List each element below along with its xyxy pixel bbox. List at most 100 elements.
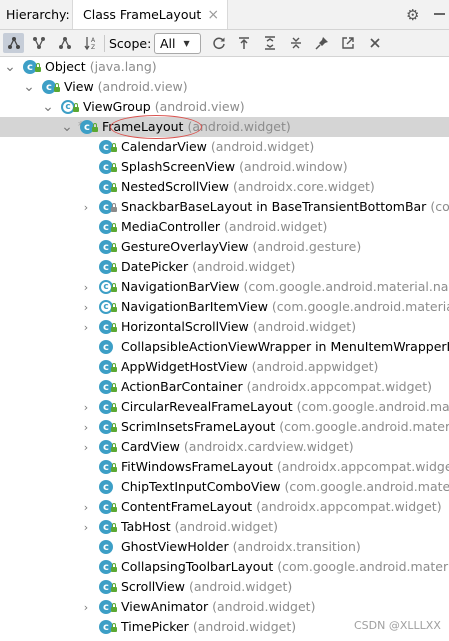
tree-row-label: ContentFrameLayout (androidx.appcompat.wi…	[121, 499, 442, 514]
package-name: (java.lang)	[89, 59, 157, 74]
tree-row[interactable]: c GhostViewHolder (androidx.transition)	[0, 537, 449, 557]
package-name: (androidx.appcompat.widget)	[256, 499, 442, 514]
chevron-down-icon[interactable]: ⌄	[4, 57, 16, 77]
tree-row-label: GhostViewHolder (androidx.transition)	[121, 539, 361, 554]
tree-row[interactable]: c FitWindowsFrameLayout (androidx.appcompa…	[0, 457, 449, 477]
chevron-right-icon[interactable]: ›	[80, 297, 92, 317]
pin-icon[interactable]	[311, 33, 332, 53]
tree-row[interactable]: c CollapsingToolbarLayout (com.google.andr…	[0, 557, 449, 577]
tree-row[interactable]: c GestureOverlayView (android.gesture)	[0, 237, 449, 257]
tree-row[interactable]: c AppWidgetHostView (android.appwidget)	[0, 357, 449, 377]
tree-row[interactable]: › c ScrimInsetsFrameLayout (com.google.andr…	[0, 417, 449, 437]
watermark: CSDN @XLLLXX	[354, 619, 441, 632]
chevron-right-icon[interactable]: ›	[80, 497, 92, 517]
subtypes-icon[interactable]	[54, 33, 75, 53]
tree-row[interactable]: c ActionBarContainer (androidx.appcompat.w…	[0, 377, 449, 397]
tree-row-selected[interactable]: ⌄*cFrameLayout(android.widget)	[0, 117, 449, 137]
minimize-icon[interactable]	[434, 13, 445, 15]
tree-row-label: MediaController (android.widget)	[121, 219, 327, 234]
tab-close-icon[interactable]: ×	[207, 7, 219, 23]
chevron-right-icon[interactable]: ›	[80, 437, 92, 457]
class-name: SnackbarBaseLayout in BaseTransientBotto…	[121, 199, 427, 214]
class-name: SplashScreenView	[121, 159, 236, 174]
sort-alpha-icon[interactable]: AZ	[80, 33, 101, 53]
chevron-right-icon[interactable]: ›	[80, 317, 92, 337]
tree-row[interactable]: c ChipTextInputComboView (com.google.andro…	[0, 477, 449, 497]
chevron-down-icon[interactable]: ⌄	[61, 117, 73, 137]
class-name: ScrollView	[121, 579, 185, 594]
tab-class-framelayout[interactable]: Class FrameLayout ×	[72, 0, 229, 29]
tree-row[interactable]: c CalendarView (android.widget)	[0, 137, 449, 157]
chevron-right-icon[interactable]: ›	[80, 397, 92, 417]
tree-row[interactable]: › c ViewAnimator (android.widget)	[0, 597, 449, 617]
tree-row[interactable]: c NestedScrollView (androidx.core.widget)	[0, 177, 449, 197]
class-name: ScrimInsetsFrameLayout	[121, 419, 276, 434]
svg-text:Z: Z	[91, 44, 95, 50]
scope-label: Scope:	[109, 36, 152, 51]
tree-row[interactable]: › c TabHost (android.widget)	[0, 517, 449, 537]
chevron-right-icon[interactable]: ›	[80, 517, 92, 537]
tree-row[interactable]: ⌄ c Object (java.lang)	[0, 57, 449, 77]
package-name: (com.google.android.mater	[296, 399, 449, 414]
class-name: TabHost	[121, 519, 171, 534]
tree-row-label: SnackbarBaseLayout in BaseTransientBotto…	[121, 199, 449, 214]
tree-row-label: CalendarView (android.widget)	[121, 139, 314, 154]
tree-row-label: FrameLayout (android.widget)	[102, 119, 291, 134]
tree-row[interactable]: › c NavigationBarItemView (com.google.andro…	[0, 297, 449, 317]
tree-row[interactable]: › c CardView (androidx.cardview.widget)	[0, 437, 449, 457]
tree-row-label: ViewGroup (android.view)	[83, 99, 245, 114]
tree-row-label: ActionBarContainer (androidx.appcompat.wi…	[121, 379, 432, 394]
svg-text:A: A	[91, 37, 96, 44]
chevron-right-icon[interactable]: ›	[80, 277, 92, 297]
tree-row[interactable]: › c ContentFrameLayout (androidx.appcompat.…	[0, 497, 449, 517]
class-name: ViewGroup	[83, 99, 151, 114]
export-icon[interactable]	[233, 33, 254, 53]
tree-row[interactable]: › c HorizontalScrollView (android.widget)	[0, 317, 449, 337]
class-name: CalendarView	[121, 139, 207, 154]
tree-row[interactable]: c DatePicker (android.widget)	[0, 257, 449, 277]
package-name: (com.google.android.materia	[279, 419, 449, 434]
hierarchy-header: Hierarchy: Class FrameLayout × ⚙	[0, 0, 449, 30]
tree-row[interactable]: › c CircularRevealFrameLayout (com.google.a…	[0, 397, 449, 417]
tree-row[interactable]: c CollapsibleActionViewWrapper in MenuIte…	[0, 337, 449, 357]
package-name: (androidx.transition)	[232, 539, 361, 554]
tree-row[interactable]: c ScrollView (android.widget)	[0, 577, 449, 597]
class-name: NestedScrollView	[121, 179, 230, 194]
gear-icon[interactable]: ⚙	[406, 6, 419, 24]
public-lock-icon	[111, 303, 117, 312]
class-name: CollapsibleActionViewWrapper in MenuItem…	[121, 339, 449, 354]
package-name: (androidx.cardview.widget)	[183, 439, 354, 454]
tree-row[interactable]: c SplashScreenView (android.window)	[0, 157, 449, 177]
tree-row[interactable]: c MediaController (android.widget)	[0, 217, 449, 237]
tree-row[interactable]: › c NavigationBarView (com.google.android.m…	[0, 277, 449, 297]
class-name: CollapsingToolbarLayout	[121, 559, 274, 574]
chevron-down-icon[interactable]: ⌄	[23, 77, 35, 97]
collapse-all-icon[interactable]	[285, 33, 306, 53]
class-hierarchy-icon[interactable]	[3, 33, 24, 53]
public-lock-icon	[111, 443, 117, 452]
class-name: ViewAnimator	[121, 599, 209, 614]
public-lock-icon	[111, 283, 117, 292]
tree-row[interactable]: › c SnackbarBaseLayout in BaseTransientBot…	[0, 197, 449, 217]
chevron-right-icon[interactable]: ›	[80, 197, 92, 217]
expand-all-icon[interactable]	[259, 33, 280, 53]
supertypes-icon[interactable]	[28, 33, 49, 53]
chevron-down-icon[interactable]: ⌄	[42, 97, 54, 117]
class-name: CircularRevealFrameLayout	[121, 399, 293, 414]
tree-row-label: TimePicker (android.widget)	[121, 619, 296, 634]
chevron-right-icon[interactable]: ›	[80, 417, 92, 437]
tree-row-label: ScrollView (android.widget)	[121, 579, 292, 594]
tree-row[interactable]: ⌄ c View (android.view)	[0, 77, 449, 97]
public-lock-icon	[111, 563, 117, 572]
chevron-right-icon[interactable]: ›	[80, 597, 92, 617]
package-name: (androidx.appcompat.widget)	[276, 459, 449, 474]
class-name: AppWidgetHostView	[121, 359, 248, 374]
close-icon[interactable]	[364, 33, 385, 53]
refresh-icon[interactable]	[208, 33, 229, 53]
scope-select[interactable]: All ▼	[154, 33, 201, 54]
tree-row[interactable]: ⌄ c ViewGroup (android.view)	[0, 97, 449, 117]
package-name: (android.view)	[154, 99, 245, 114]
package-name: (android.widget)	[252, 319, 357, 334]
open-in-editor-icon[interactable]	[337, 33, 358, 53]
tree-row-label: CircularRevealFrameLayout (com.google.and…	[121, 399, 449, 414]
